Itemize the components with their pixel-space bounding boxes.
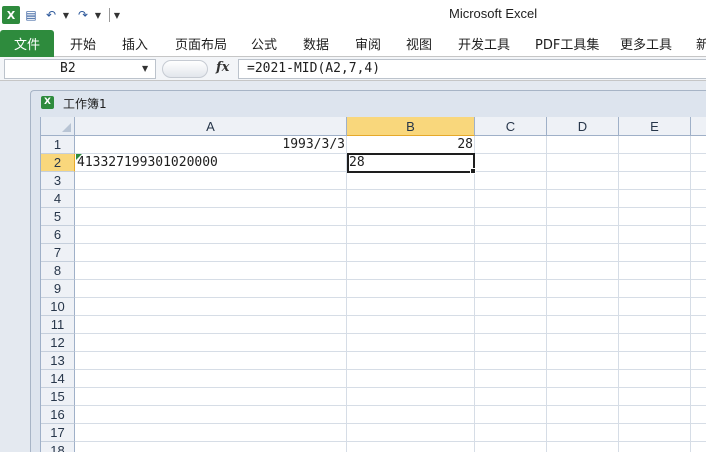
column-header-next[interactable] bbox=[691, 117, 706, 136]
tab-page-layout[interactable]: 页面布局 bbox=[175, 30, 227, 57]
workbook-title: 工作簿1 bbox=[63, 97, 107, 111]
column-header-d[interactable]: D bbox=[547, 117, 619, 136]
cell-b1[interactable]: 28 bbox=[347, 136, 475, 154]
row-header-13[interactable]: 13 bbox=[41, 352, 75, 370]
column-header-a[interactable]: A bbox=[75, 117, 347, 136]
gridline bbox=[75, 441, 706, 442]
row-header-5[interactable]: 5 bbox=[41, 208, 75, 226]
active-cell-border bbox=[347, 153, 475, 173]
gridline bbox=[75, 351, 706, 352]
toolbar-separator bbox=[109, 8, 110, 22]
customize-toolbar-icon[interactable]: ▼ bbox=[113, 6, 121, 24]
redo-dropdown-icon[interactable]: ▼ bbox=[94, 6, 102, 24]
formula-input[interactable]: =2021-MID(A2,7,4) bbox=[238, 59, 706, 79]
row-header-1[interactable]: 1 bbox=[41, 136, 75, 154]
gridline bbox=[75, 225, 706, 226]
cell-a2[interactable]: 413327199301020000 bbox=[75, 154, 347, 172]
column-header-e[interactable]: E bbox=[619, 117, 691, 136]
excel-logo-icon[interactable]: X bbox=[2, 6, 20, 24]
gridline bbox=[75, 261, 706, 262]
spreadsheet-grid[interactable]: A B C D E 1 2 3 4 5 6 7 8 9 10 11 12 13 14 15 16 17 18 19… bbox=[40, 117, 706, 452]
column-header-c[interactable]: C bbox=[475, 117, 547, 136]
tab-new[interactable]: 新 bbox=[696, 30, 706, 57]
undo-icon[interactable]: ↶ bbox=[42, 6, 60, 24]
row-header-12[interactable]: 12 bbox=[41, 334, 75, 352]
gridline bbox=[75, 279, 706, 280]
tab-insert[interactable]: 插入 bbox=[122, 30, 148, 57]
quick-access-toolbar: X ▤ ↶ ▼ ↷ ▼ ▼ bbox=[2, 5, 125, 25]
ribbon-tabs: 文件 开始 插入 页面布局 公式 数据 审阅 视图 开发工具 PDF工具集 更多… bbox=[0, 30, 706, 57]
workbook-title-bar: X 工作簿1 bbox=[31, 91, 706, 115]
row-header-11[interactable]: 11 bbox=[41, 316, 75, 334]
cell-a1[interactable]: 1993/3/3 bbox=[75, 136, 347, 154]
redo-icon[interactable]: ↷ bbox=[74, 6, 92, 24]
error-indicator-icon[interactable] bbox=[76, 154, 82, 160]
row-header-7[interactable]: 7 bbox=[41, 244, 75, 262]
tab-developer[interactable]: 开发工具 bbox=[458, 30, 510, 57]
tab-data[interactable]: 数据 bbox=[303, 30, 329, 57]
row-header-2[interactable]: 2 bbox=[41, 154, 75, 172]
tab-review[interactable]: 审阅 bbox=[355, 30, 381, 57]
row-header-17[interactable]: 17 bbox=[41, 424, 75, 442]
gridline bbox=[75, 189, 706, 190]
workbook-icon: X bbox=[41, 96, 54, 109]
row-header-3[interactable]: 3 bbox=[41, 172, 75, 190]
row-header-9[interactable]: 9 bbox=[41, 280, 75, 298]
row-header-4[interactable]: 4 bbox=[41, 190, 75, 208]
gridline bbox=[75, 333, 706, 334]
name-box[interactable]: B2 bbox=[4, 59, 156, 79]
gridline bbox=[75, 207, 706, 208]
tab-pdf-tools[interactable]: PDF工具集 bbox=[535, 30, 599, 57]
row-header-14[interactable]: 14 bbox=[41, 370, 75, 388]
name-box-dropdown-icon[interactable]: ▼ bbox=[142, 64, 148, 73]
tab-more-tools[interactable]: 更多工具 bbox=[620, 30, 672, 57]
undo-dropdown-icon[interactable]: ▼ bbox=[62, 6, 70, 24]
formula-bar-resize-grip[interactable] bbox=[162, 60, 208, 78]
fill-handle[interactable] bbox=[470, 168, 476, 174]
tab-home[interactable]: 开始 bbox=[70, 30, 96, 57]
gridline bbox=[75, 387, 706, 388]
tab-formulas[interactable]: 公式 bbox=[251, 30, 277, 57]
gridline bbox=[75, 405, 706, 406]
row-header-16[interactable]: 16 bbox=[41, 406, 75, 424]
gridline bbox=[75, 369, 706, 370]
row-header-6[interactable]: 6 bbox=[41, 226, 75, 244]
title-bar: X ▤ ↶ ▼ ↷ ▼ ▼ Microsoft Excel bbox=[0, 0, 706, 30]
formula-bar: B2 ▼ fx =2021-MID(A2,7,4) bbox=[0, 57, 706, 81]
gridline bbox=[75, 423, 706, 424]
column-header-b[interactable]: B bbox=[347, 117, 475, 136]
row-header-15[interactable]: 15 bbox=[41, 388, 75, 406]
gridline bbox=[75, 297, 706, 298]
row-header-18[interactable]: 18 bbox=[41, 442, 75, 452]
select-all-button[interactable] bbox=[41, 117, 75, 136]
select-all-icon bbox=[62, 123, 71, 132]
insert-function-icon[interactable]: fx bbox=[216, 60, 229, 75]
row-header-8[interactable]: 8 bbox=[41, 262, 75, 280]
gridline bbox=[75, 243, 706, 244]
gridline bbox=[75, 315, 706, 316]
save-icon[interactable]: ▤ bbox=[22, 6, 40, 24]
tab-file[interactable]: 文件 bbox=[0, 30, 54, 57]
app-title: Microsoft Excel bbox=[449, 6, 538, 21]
tab-view[interactable]: 视图 bbox=[406, 30, 432, 57]
row-header-10[interactable]: 10 bbox=[41, 298, 75, 316]
